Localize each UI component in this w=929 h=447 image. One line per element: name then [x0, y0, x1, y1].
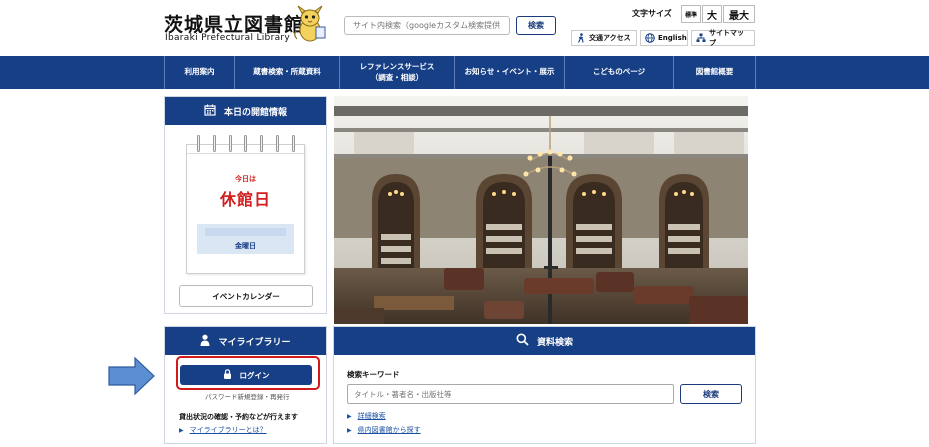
closed-status: 休館日 [219, 190, 271, 209]
global-nav-items: 利用案内 蔵書検索・所蔵資料 レファレンスサービス （調査・相談） お知らせ・イ… [164, 56, 756, 89]
my-library-title: マイライブラリー [218, 337, 291, 348]
pointer-arrow-icon [108, 356, 155, 396]
opening-info-header: 本日の開館情報 [165, 97, 326, 125]
nav-item-label: 図書館概要 [695, 67, 734, 77]
link-arrow-icon: ▶ [347, 413, 352, 420]
nav-item-guide[interactable]: 利用案内 [165, 56, 235, 89]
about-my-library-label: マイライブラリーとは？ [189, 426, 267, 434]
material-search-header: 資料検索 [334, 327, 755, 355]
calendar-rings [191, 135, 301, 153]
nav-item-label-group: レファレンスサービス （調査・相談） [360, 62, 435, 82]
calendar-icon [204, 104, 216, 119]
advanced-search-link[interactable]: ▶ 詳細検索 [347, 411, 386, 421]
nav-item-reference[interactable]: レファレンスサービス （調査・相談） [340, 56, 455, 89]
font-size-max-button[interactable]: 最大 [723, 5, 755, 23]
calendar-ring [228, 135, 232, 152]
login-button-label: ログイン [239, 370, 270, 380]
nav-item-about[interactable]: 図書館概要 [674, 56, 756, 89]
daily-calendar: 今日は 休館日 金曜日 [186, 135, 305, 274]
font-size-label: 文字サイズ [632, 9, 672, 18]
user-icon [200, 334, 210, 349]
today-label: 今日は [235, 175, 256, 183]
nav-item-label: お知らせ・イベント・展示 [464, 67, 555, 77]
access-link-label: 交通アクセス [589, 34, 631, 42]
site-search-input[interactable] [344, 16, 510, 35]
nav-item-catalog[interactable]: 蔵書検索・所蔵資料 [235, 56, 340, 89]
sitemap-link-label: サイトマップ [709, 29, 744, 47]
magnifier-icon [516, 333, 529, 349]
global-nav: 利用案内 蔵書検索・所蔵資料 レファレンスサービス （調査・相談） お知らせ・イ… [0, 56, 929, 89]
nav-item-kids[interactable]: こどものページ [565, 56, 674, 89]
site-header: 茨城県立図書館 Ibaraki Prefectural Library 検索 文… [0, 0, 929, 56]
calendar-ring [244, 135, 248, 152]
my-library-panel: マイライブラリー ログイン パスワード新規登録・再発行 貸出状況の確認・予約など… [164, 326, 327, 444]
font-size-standard-button[interactable]: 標準 [681, 5, 701, 23]
nav-item-label: 蔵書検索・所蔵資料 [253, 67, 321, 77]
advanced-search-label: 詳細検索 [357, 412, 386, 420]
font-size-large-button[interactable]: 大 [702, 5, 722, 23]
mascot-icon [294, 5, 326, 42]
prefecture-libraries-link[interactable]: ▶ 県内図書館から探す [347, 425, 421, 435]
nav-item-label: こどものページ [592, 67, 646, 77]
material-search-title: 資料検索 [536, 337, 573, 348]
english-link-label: English [658, 34, 687, 42]
walking-person-icon [576, 33, 586, 43]
calendar-divider [187, 153, 304, 154]
weekday-label: 金曜日 [235, 242, 256, 250]
event-calendar-button[interactable]: イベントカレンダー [179, 285, 313, 307]
my-library-header: マイライブラリー [165, 327, 326, 355]
login-button[interactable]: ログイン [180, 365, 312, 385]
opening-info-title: 本日の開館情報 [223, 107, 287, 118]
calendar-ring [260, 135, 264, 152]
prefecture-libraries-label: 県内図書館から探す [357, 426, 421, 434]
nav-item-news-events[interactable]: お知らせ・イベント・展示 [455, 56, 565, 89]
material-search-panel: 資料検索 検索キーワード 検索 ▶ 詳細検索 ▶ 県内図書館から探す [333, 326, 756, 444]
password-register-link[interactable]: パスワード新規登録・再発行 [205, 391, 290, 401]
lock-icon [223, 369, 232, 381]
nav-item-label: レファレンスサービス [359, 62, 435, 72]
english-link[interactable]: English [640, 30, 688, 46]
keyword-label: 検索キーワード [347, 370, 400, 379]
material-search-button[interactable]: 検索 [680, 384, 742, 404]
link-arrow-icon: ▶ [347, 427, 352, 434]
date-placeholder [205, 228, 286, 236]
sitemap-link[interactable]: サイトマップ [691, 29, 755, 47]
access-link[interactable]: 交通アクセス [571, 30, 637, 46]
calendar-ring [276, 135, 280, 152]
nav-item-sublabel: （調査・相談） [370, 72, 424, 82]
opening-info-panel: 本日の開館情報 今日は 休館日 金曜日 イベントカレンダー [164, 96, 327, 314]
logo-subtitle[interactable]: Ibaraki Prefectural Library [165, 33, 290, 43]
link-arrow-icon: ▶ [179, 427, 184, 434]
site-search-button[interactable]: 検索 [516, 16, 556, 35]
sitemap-icon [696, 33, 706, 43]
keyword-input[interactable] [347, 384, 674, 404]
calendar-ring [291, 135, 295, 152]
globe-icon [645, 33, 655, 43]
calendar-ring [212, 135, 216, 152]
nav-item-label: 利用案内 [184, 67, 215, 77]
my-library-description: 貸出状況の確認・予約などが行えます [179, 413, 298, 421]
library-interior-photo [334, 96, 748, 324]
library-interior-illustration [334, 96, 748, 324]
calendar-ring [197, 135, 200, 152]
date-box: 金曜日 [197, 224, 294, 254]
about-my-library-link[interactable]: ▶ マイライブラリーとは？ [179, 425, 267, 435]
